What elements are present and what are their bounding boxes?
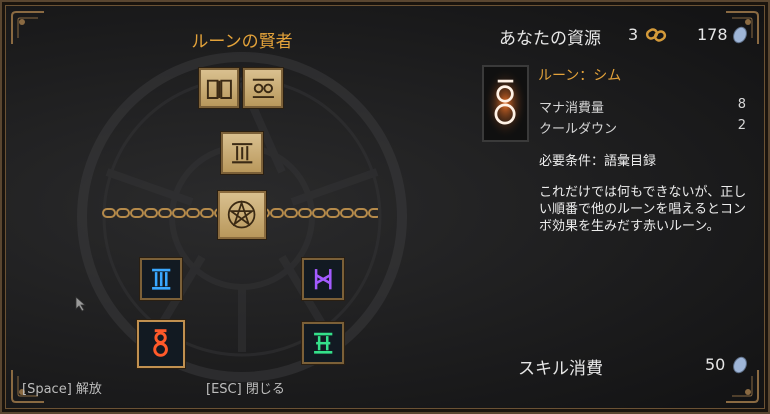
rune-description: これだけでは何もできないが、正しい順番で他のルーンを唱えるとコンボ効果を生みだす… — [539, 185, 747, 234]
blue-rune-icon — [151, 268, 171, 290]
link-count: 3 — [628, 25, 639, 44]
rune-sage-window: ルーンの賢者 [Space] 解放 [ESC] 閉じる あなたの資源 3 178 — [0, 0, 770, 414]
skill-cost-value: 50 — [705, 355, 726, 374]
resources-label: あなたの資源 — [499, 29, 601, 49]
mana-cost-label: マナ消費量 — [539, 101, 605, 116]
rune-tile-center-pentagram[interactable] — [218, 191, 266, 239]
red-rune-icon — [153, 329, 169, 358]
mana-cost-value: 8 — [737, 97, 746, 112]
selected-rune-portrait — [482, 65, 529, 142]
pentagram-icon — [228, 200, 256, 229]
esc-close-hint: [ESC] 閉じる — [206, 382, 285, 397]
requirement-text: 必要条件：語彙目録 — [539, 154, 657, 169]
purple-rune-icon — [314, 268, 332, 290]
red-rune-glow-icon — [484, 68, 527, 139]
rune-tile-pillar[interactable] — [221, 132, 263, 174]
rune-tile-blue[interactable] — [140, 258, 182, 300]
silver-coin-icon — [733, 356, 747, 374]
green-rune-icon — [313, 332, 333, 354]
book-icon — [206, 79, 232, 99]
corner-ornament-icon — [8, 8, 48, 48]
rune-tile-red-selected[interactable] — [137, 320, 185, 368]
mouse-cursor-icon — [75, 296, 87, 312]
chain-link-icon — [645, 28, 667, 42]
rune-tile-book[interactable] — [199, 68, 239, 108]
space-unlock-hint: [Space] 解放 — [22, 382, 102, 397]
cooldown-value: 2 — [737, 118, 746, 133]
pillar-rune-icon — [231, 142, 253, 164]
cooldown-label: クールダウン — [539, 122, 618, 137]
panel-title: ルーンの賢者 — [191, 32, 293, 52]
rune-tile-double[interactable] — [243, 68, 283, 108]
skill-cost-label: スキル消費 — [518, 359, 603, 379]
rune-tile-purple[interactable] — [302, 258, 344, 300]
silver-coin-icon — [733, 26, 747, 44]
rune-name: ルーン：シム — [538, 68, 622, 84]
rune-tile-green[interactable] — [302, 322, 344, 364]
coin-count: 178 — [697, 25, 728, 44]
double-rune-icon — [252, 78, 274, 98]
